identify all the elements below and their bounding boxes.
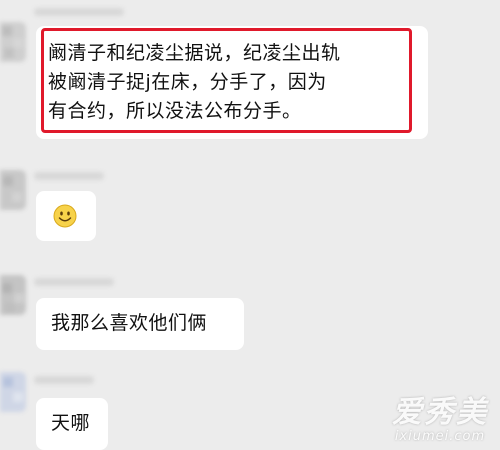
sender-name-blurred [34,8,124,16]
watermark-logo-text: 爱秀美 [392,395,488,430]
message-bubble[interactable]: 天哪 [36,398,108,450]
message-bubble[interactable] [36,191,96,241]
avatar[interactable] [0,275,26,315]
message-text: 我那么喜欢他们俩 [51,312,208,334]
chat-area: 阚清子和纪凌尘据说，纪凌尘出轨 被阚清子捉j在床，分手了，因为 有合约，所以没法… [0,0,500,450]
message-bubble[interactable]: 我那么喜欢他们俩 [36,298,244,350]
sender-name-blurred [34,172,104,180]
sender-name-blurred [34,278,114,286]
avatar[interactable] [0,372,26,412]
sender-name-blurred [34,376,94,384]
watermark-url: ixiumei.com [394,429,486,444]
avatar[interactable] [0,22,26,62]
message-text: 天哪 [51,412,91,434]
smiley-emoji-icon [53,204,77,228]
avatar[interactable] [0,170,26,210]
red-highlight-box [41,28,412,133]
watermark: 爱秀美 ixiumei.com [392,396,488,444]
